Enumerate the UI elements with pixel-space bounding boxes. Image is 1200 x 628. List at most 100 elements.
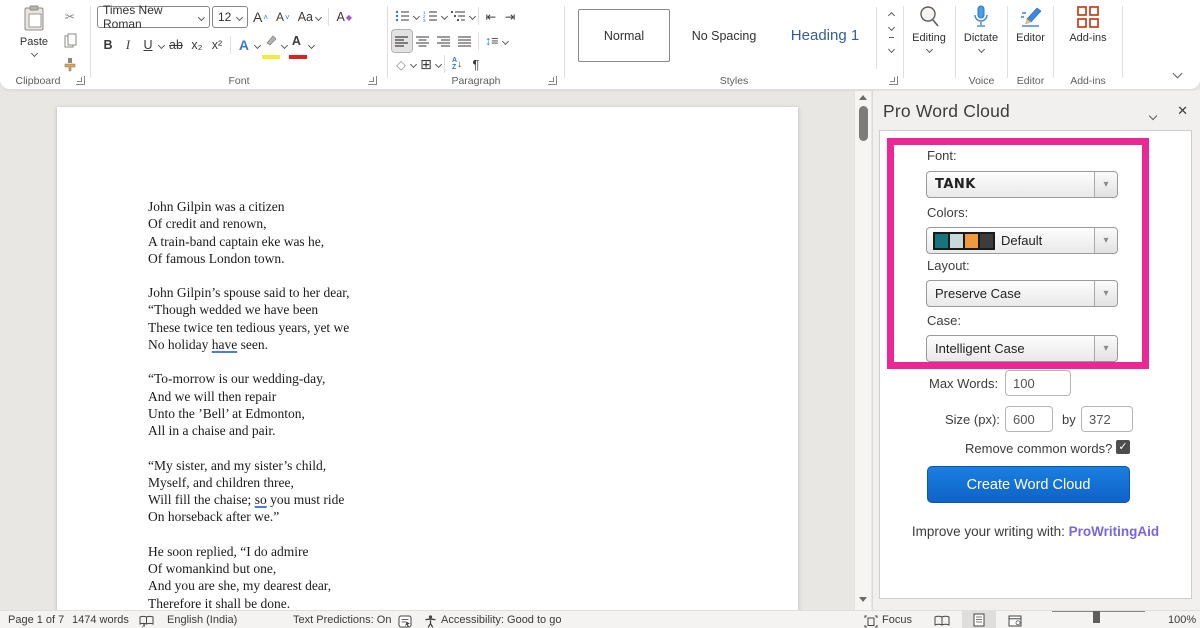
shading-chevron-icon[interactable] xyxy=(410,60,417,67)
word-count[interactable]: 1474 words xyxy=(72,611,129,628)
scroll-up-arrow-icon[interactable] xyxy=(859,95,867,100)
editing-button[interactable]: Editing xyxy=(906,5,952,69)
font-dropdown-arrow-icon[interactable]: ▾ xyxy=(1094,172,1117,197)
decrease-indent-button[interactable]: ⇤ xyxy=(482,5,500,27)
font-color-chevron-icon[interactable] xyxy=(308,41,315,48)
layout-dropdown-arrow-icon[interactable]: ▾ xyxy=(1094,281,1117,306)
zoom-level[interactable]: 100% xyxy=(1168,611,1196,628)
scrollbar-thumb[interactable] xyxy=(859,106,868,141)
italic-button[interactable]: I xyxy=(119,34,137,56)
justify-button[interactable] xyxy=(455,30,475,52)
numbering-button[interactable]: 123 xyxy=(420,5,441,27)
bullets-chevron-icon[interactable] xyxy=(413,12,420,19)
increase-indent-button[interactable]: ⇥ xyxy=(501,5,519,27)
change-case-button[interactable]: Aa xyxy=(295,6,325,28)
language-indicator[interactable]: English (India) xyxy=(167,611,237,628)
search-icon xyxy=(918,5,940,29)
document-page[interactable]: John Gilpin was a citizenOf credit and r… xyxy=(57,107,798,610)
text-effects-button[interactable]: A xyxy=(235,34,253,56)
web-layout-button[interactable] xyxy=(1008,611,1022,628)
multilevel-list-button[interactable] xyxy=(448,5,469,27)
line-spacing-chevron-icon[interactable] xyxy=(502,37,509,44)
align-center-button[interactable] xyxy=(413,30,433,52)
zoom-slider-handle[interactable] xyxy=(1093,611,1100,623)
size-height-input[interactable] xyxy=(1081,406,1133,432)
max-words-input[interactable] xyxy=(1005,370,1071,396)
clipboard-dialog-launcher[interactable] xyxy=(76,76,85,85)
text-predictions-icon[interactable] xyxy=(398,611,412,628)
page-indicator[interactable]: Page 1 of 7 xyxy=(8,611,64,628)
font-name-combo[interactable]: Times New Roman xyxy=(97,6,210,28)
styles-group-label: Styles xyxy=(565,75,903,87)
colors-dropdown-arrow-icon[interactable]: ▾ xyxy=(1094,228,1117,253)
align-left-button[interactable] xyxy=(392,30,412,52)
colors-dropdown[interactable]: Default ▾ xyxy=(926,227,1118,254)
font-size-combo[interactable]: 12 xyxy=(212,6,248,28)
spellcheck-status-icon[interactable]: ✗ xyxy=(139,611,154,628)
print-layout-button[interactable] xyxy=(962,611,996,628)
font-dialog-launcher[interactable] xyxy=(368,76,377,85)
styles-scroll-down-icon[interactable] xyxy=(888,24,895,31)
create-word-cloud-button[interactable]: Create Word Cloud xyxy=(927,466,1130,503)
case-dropdown-arrow-icon[interactable]: ▾ xyxy=(1094,336,1117,361)
pane-close-icon[interactable]: ✕ xyxy=(1177,103,1188,119)
shading-button[interactable]: ◇ xyxy=(392,53,410,75)
font-color-button[interactable]: A xyxy=(289,34,307,56)
style-normal[interactable]: Normal xyxy=(578,9,670,62)
text-predictions-indicator[interactable]: Text Predictions: On xyxy=(293,611,391,628)
format-painter-button[interactable] xyxy=(60,53,80,75)
sort-button[interactable]: AZ ↓ xyxy=(448,53,466,75)
layout-dropdown[interactable]: Preserve Case ▾ xyxy=(926,280,1118,307)
align-right-button[interactable] xyxy=(434,30,454,52)
remove-common-words-checkbox[interactable]: ✓ xyxy=(1116,440,1130,454)
collapse-ribbon-chevron-icon[interactable] xyxy=(1173,69,1183,79)
dictate-button[interactable]: Dictate xyxy=(958,5,1004,69)
bullets-button[interactable] xyxy=(392,5,413,27)
line-spacing-button[interactable]: ↕≡ xyxy=(482,30,502,52)
shrink-font-button[interactable]: A˅ xyxy=(273,6,293,28)
editor-button[interactable]: Editor xyxy=(1008,5,1053,69)
accessibility-icon[interactable] xyxy=(424,611,437,628)
underline-chevron-icon[interactable] xyxy=(158,41,165,48)
pilcrow-button[interactable]: ¶ xyxy=(467,53,485,75)
style-no-spacing[interactable]: No Spacing xyxy=(678,9,770,62)
paste-button[interactable]: Paste xyxy=(11,5,57,69)
accessibility-status[interactable]: Accessibility: Good to go xyxy=(441,611,561,628)
subscript-button[interactable]: x₂ xyxy=(188,34,206,56)
focus-mode-label[interactable]: Focus xyxy=(882,611,912,628)
text-effects-chevron-icon[interactable] xyxy=(254,41,261,48)
borders-button[interactable]: ⊞ xyxy=(417,53,435,75)
case-dropdown[interactable]: Intelligent Case ▾ xyxy=(926,335,1118,362)
highlight-button[interactable] xyxy=(262,34,280,56)
vertical-scrollbar[interactable] xyxy=(854,91,871,610)
styles-dialog-launcher[interactable] xyxy=(889,76,898,85)
addins-button[interactable]: Add-ins xyxy=(1065,5,1111,69)
style-heading-1[interactable]: Heading 1 xyxy=(778,9,872,62)
highlight-chevron-icon[interactable] xyxy=(281,41,288,48)
focus-mode-icon[interactable] xyxy=(864,611,878,628)
numbering-chevron-icon[interactable] xyxy=(441,12,448,19)
multilevel-chevron-icon[interactable] xyxy=(469,12,476,19)
grammar-underlined-word: have xyxy=(212,337,237,352)
underline-button[interactable]: U xyxy=(139,34,157,56)
styles-scroll-up-icon[interactable] xyxy=(888,12,895,19)
borders-chevron-icon[interactable] xyxy=(435,60,442,67)
read-mode-button[interactable] xyxy=(934,611,950,628)
scroll-down-arrow-icon[interactable] xyxy=(859,597,867,602)
justify-icon xyxy=(458,36,472,47)
font-dropdown[interactable]: TANK ▾ xyxy=(926,171,1118,198)
cut-button[interactable]: ✂ xyxy=(60,5,80,27)
pane-options-chevron-icon[interactable] xyxy=(1150,106,1156,124)
grow-font-button[interactable]: A˄ xyxy=(250,6,271,28)
copy-button[interactable] xyxy=(60,29,80,51)
dictate-chevron-icon xyxy=(977,46,984,53)
poem-text[interactable]: John Gilpin was a citizenOf credit and r… xyxy=(148,198,350,610)
bold-button[interactable]: B xyxy=(99,34,117,56)
paragraph-dialog-launcher[interactable] xyxy=(548,76,557,85)
prowritingaid-link[interactable]: ProWritingAid xyxy=(1069,524,1160,539)
styles-gallery-expand-icon[interactable] xyxy=(889,37,894,57)
superscript-button[interactable]: x² xyxy=(208,34,226,56)
size-width-input[interactable] xyxy=(1005,406,1053,432)
strikethrough-button[interactable]: ab xyxy=(166,34,186,56)
clear-formatting-button[interactable]: A◆ xyxy=(333,6,355,28)
